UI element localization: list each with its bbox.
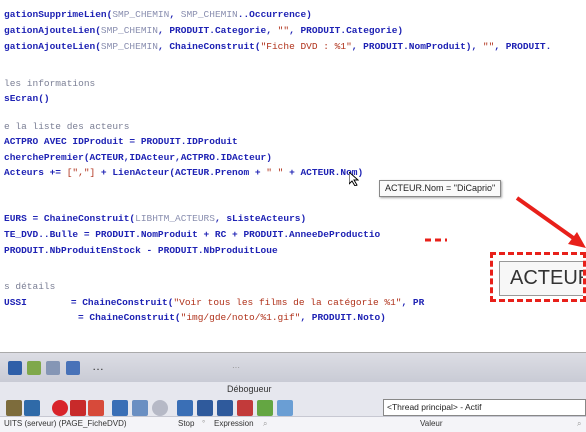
refresh-icon[interactable] — [152, 400, 168, 416]
context-label: UITS (serveur) (PAGE_FicheDVD) — [4, 419, 127, 428]
delete-breakpoints-icon[interactable] — [88, 400, 104, 416]
code-line: ACTPRO AVEC IDProduit = PRODUIT.IDProdui… — [4, 136, 238, 147]
stop-icon[interactable] — [70, 400, 86, 416]
code-line: gationAjouteLien(SMP_CHEMIN, PRODUIT.Cat… — [4, 25, 404, 36]
options-icon[interactable] — [277, 400, 293, 416]
code-line: gationSupprimeLien(SMP_CHEMIN, SMP_CHEMI… — [4, 9, 312, 20]
column-valeur[interactable]: Valeur — [420, 417, 443, 431]
code-line: = ChaineConstruit("img/gde/noto/%1.gif",… — [78, 312, 386, 323]
run-icon[interactable] — [197, 400, 213, 416]
toolbar: … ··· — [0, 352, 586, 382]
code-line: Acteurs += [","] + LienActeur(ACTEUR.Pre… — [4, 167, 364, 178]
code-editor[interactable]: gationSupprimeLien(SMP_CHEMIN, SMP_CHEMI… — [0, 0, 586, 352]
code-comment: s détails — [4, 281, 56, 292]
breakpoint-icon[interactable] — [52, 400, 68, 416]
zoomed-tooltip: ACTEUR.Nom — [499, 261, 583, 296]
debugger-columns: UITS (serveur) (PAGE_FicheDVD) Stop ° Ex… — [0, 416, 586, 432]
search-icon[interactable]: ⌕ — [263, 417, 267, 431]
toolbar-icon[interactable] — [8, 361, 22, 375]
step-icon[interactable] — [6, 400, 22, 416]
code-line: PRODUIT.NbProduitEnStock - PRODUIT.NbPro… — [4, 245, 278, 256]
search-icon[interactable]: ⌕ — [577, 417, 581, 431]
code-line: gationAjouteLien(SMP_CHEMIN, ChaineConst… — [4, 41, 552, 52]
thread-select[interactable]: <Thread principal> - Actif — [383, 399, 586, 416]
mouse-cursor-icon — [349, 172, 359, 186]
code-line: cherchePremier(ACTEUR,IDActeur,ACTPRO.ID… — [4, 152, 272, 163]
code-line: sEcran() — [4, 93, 50, 104]
more-icon[interactable]: … — [92, 359, 104, 373]
code-line: EURS = ChaineConstruit(LIBHTM_ACTEURS, s… — [4, 213, 307, 224]
watch-icon[interactable] — [177, 400, 193, 416]
zoom-callout: ACTEUR.Nom — [490, 252, 586, 302]
continue-icon[interactable] — [257, 400, 273, 416]
step-out-icon[interactable] — [132, 400, 148, 416]
column-stop[interactable]: Stop — [178, 417, 194, 431]
pause-icon[interactable] — [237, 400, 253, 416]
debugger-title: Débogueur — [227, 384, 272, 394]
toolbar-icon[interactable] — [46, 361, 60, 375]
toolbar-icon[interactable] — [27, 361, 41, 375]
toolbar-icon[interactable] — [66, 361, 80, 375]
sort-icon[interactable]: ° — [202, 417, 205, 431]
code-line: USSI = ChaineConstruit("Voir tous les fil… — [4, 297, 425, 308]
run-to-cursor-icon[interactable] — [217, 400, 233, 416]
step-over-icon[interactable] — [112, 400, 128, 416]
debug-tooltip: ACTEUR.Nom = "DiCaprio" — [379, 180, 502, 197]
step-into-icon[interactable] — [24, 400, 40, 416]
code-comment: les informations — [4, 78, 96, 89]
grip-dots: ··· — [232, 363, 240, 372]
column-expression[interactable]: Expression — [214, 417, 254, 431]
code-line: TE_DVD..Bulle = PRODUIT.NomProduit + RC … — [4, 229, 381, 240]
code-comment: e la liste des acteurs — [4, 121, 130, 132]
